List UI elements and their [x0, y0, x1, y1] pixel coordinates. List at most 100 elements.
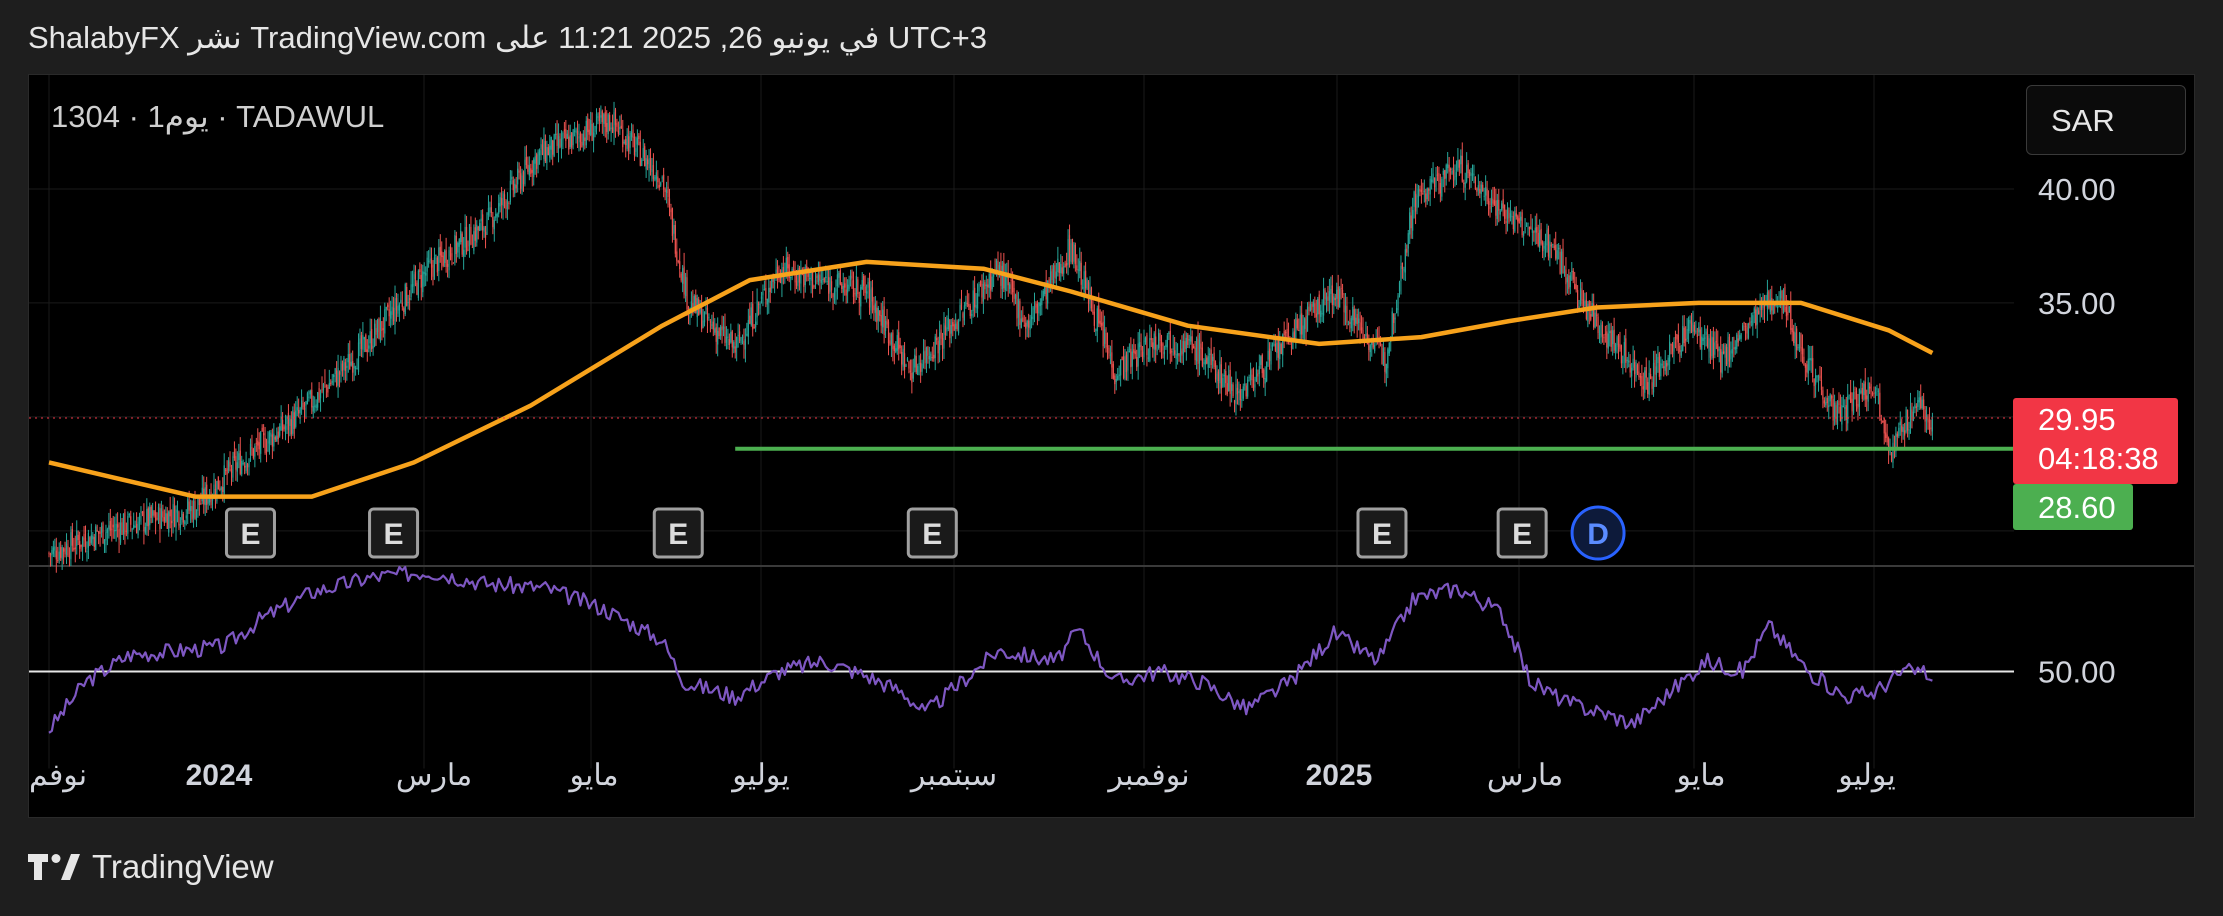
candle: [340, 361, 342, 372]
candle: [1502, 198, 1504, 209]
candle: [1487, 201, 1490, 206]
candle: [740, 337, 742, 344]
candle: [626, 134, 628, 149]
candle: [406, 286, 408, 306]
candle: [741, 336, 744, 338]
candle: [1622, 355, 1624, 364]
candle: [1093, 311, 1095, 326]
candle: [1070, 243, 1072, 263]
candle: [51, 549, 53, 556]
candle: [717, 330, 719, 345]
candle: [1017, 299, 1020, 318]
candle: [635, 148, 637, 152]
candle: [1393, 313, 1395, 323]
candle: [1600, 322, 1602, 338]
candle: [1324, 290, 1326, 299]
candle: [1306, 306, 1309, 332]
tradingview-footer[interactable]: TradingView: [28, 848, 274, 886]
candle: [572, 129, 574, 146]
earnings-marker-label: E: [1512, 518, 1532, 551]
candle: [1414, 193, 1417, 212]
candle: [547, 147, 549, 156]
candle: [895, 348, 897, 353]
candle: [883, 306, 885, 335]
candle: [680, 273, 682, 281]
candle: [734, 346, 736, 353]
candle: [255, 442, 257, 444]
candle: [1734, 346, 1736, 350]
candle: [121, 522, 123, 535]
candle: [452, 262, 455, 264]
candle: [1428, 189, 1430, 191]
candle: [795, 280, 798, 286]
candle: [960, 303, 963, 310]
candle: [273, 433, 275, 447]
candle: [890, 334, 893, 345]
candle: [1191, 336, 1193, 350]
candle: [1448, 164, 1450, 172]
rsi-axis-label: 50.00: [2038, 654, 2116, 689]
candle: [1231, 384, 1233, 391]
candle: [219, 488, 221, 490]
candle: [728, 338, 730, 346]
candle: [482, 214, 484, 231]
candle: [171, 520, 173, 524]
candle: [1214, 363, 1217, 380]
candle: [957, 320, 960, 334]
candle: [1401, 262, 1404, 269]
candle: [125, 530, 127, 532]
candle: [556, 133, 558, 147]
candle: [858, 297, 860, 304]
candle: [1464, 181, 1466, 188]
chart-canvas[interactable]: E E E E E E D 40.00 35.00 29.95 04:18:38 28.60 50.00…: [29, 75, 2195, 818]
currency-button[interactable]: SAR: [2026, 85, 2186, 155]
candle: [1623, 342, 1625, 356]
candle: [336, 370, 338, 386]
candle: [838, 272, 840, 278]
candle: [274, 437, 276, 440]
candle: [435, 254, 437, 256]
candle: [1558, 247, 1560, 250]
candle: [531, 169, 533, 173]
candle: [676, 251, 678, 261]
candle: [664, 189, 666, 193]
candle: [594, 126, 596, 132]
candle: [508, 202, 510, 204]
candle: [1537, 232, 1539, 246]
candle: [80, 544, 82, 547]
candle: [667, 186, 669, 197]
candle: [1648, 372, 1650, 395]
candle: [1356, 314, 1358, 325]
candle: [1051, 268, 1053, 281]
chart-panel[interactable]: E E E E E E D 40.00 35.00 29.95 04:18:38 28.60 50.00…: [28, 74, 2195, 818]
candle: [289, 417, 291, 426]
candle: [423, 271, 425, 275]
candle: [908, 361, 910, 369]
candle: [1279, 342, 1281, 360]
candle: [1140, 344, 1142, 351]
candle: [744, 339, 747, 350]
candle: [903, 353, 906, 370]
candle: [974, 287, 976, 308]
candle: [1467, 163, 1469, 174]
candle: [1590, 314, 1592, 320]
candle: [1258, 366, 1260, 374]
candle: [1566, 277, 1568, 283]
candle: [722, 326, 725, 329]
support-price-value: 28.60: [2038, 490, 2116, 525]
candle: [1690, 320, 1693, 333]
candle: [1444, 170, 1446, 179]
candle: [668, 198, 671, 205]
candle: [369, 331, 371, 344]
candle: [333, 374, 335, 378]
candle: [341, 363, 344, 371]
candle: [1660, 363, 1662, 377]
candle: [629, 132, 631, 148]
candle: [817, 274, 820, 283]
candle: [1695, 330, 1697, 333]
candle: [718, 328, 720, 337]
candle: [1251, 374, 1253, 381]
candle: [1423, 190, 1425, 193]
candle: [975, 304, 977, 309]
candle: [190, 506, 192, 512]
